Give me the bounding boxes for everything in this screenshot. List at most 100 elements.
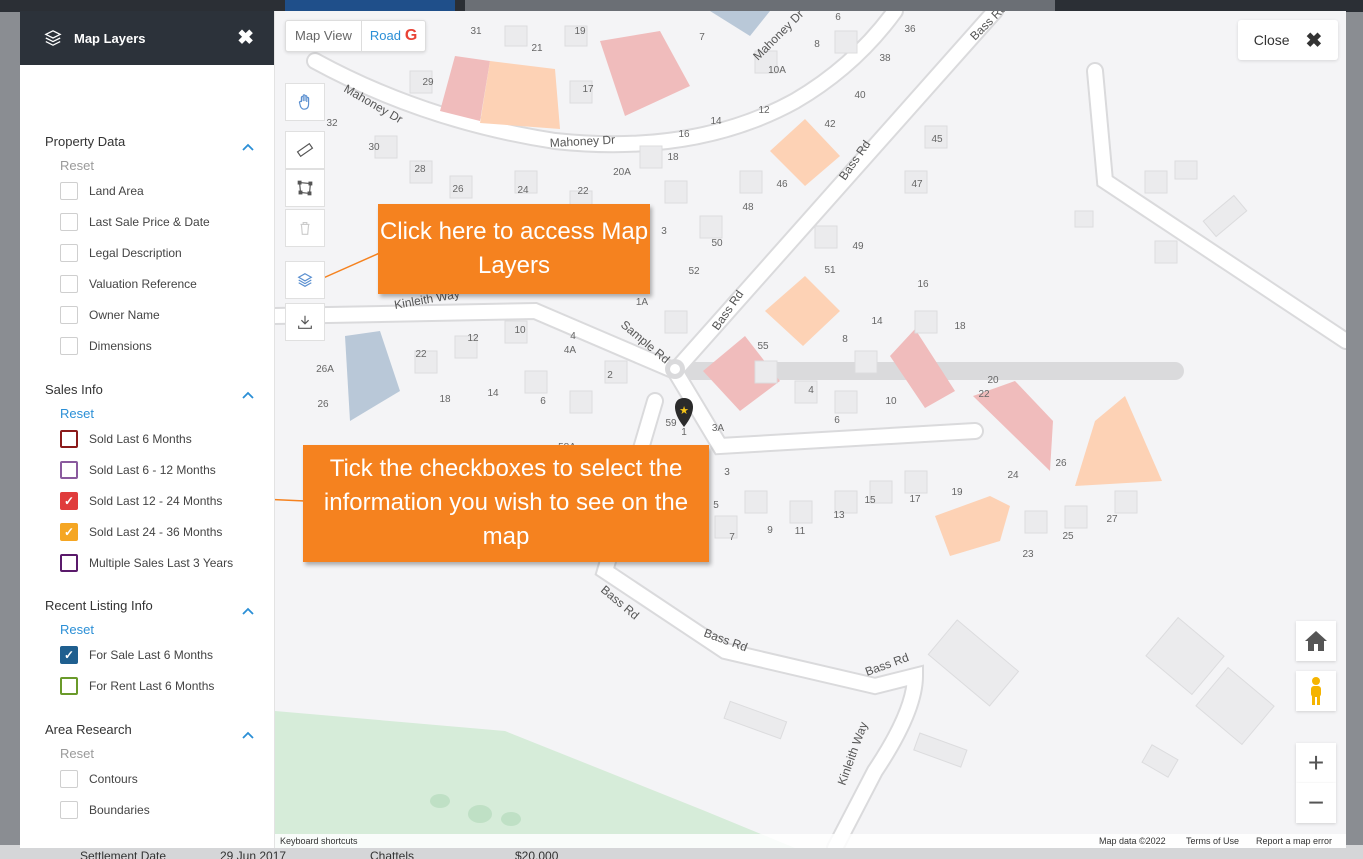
option-label: Contours [89, 772, 138, 786]
check-icon: ✓ [63, 525, 75, 539]
option-label: Legal Description [89, 246, 182, 260]
checkbox[interactable] [60, 275, 78, 293]
option-sold-last-24-36-months[interactable]: ✓ Sold Last 24 - 36 Months [60, 523, 222, 541]
street-view-button[interactable] [1296, 671, 1336, 711]
option-sold-last-6-months[interactable]: Sold Last 6 Months [60, 430, 192, 448]
checkbox[interactable]: ✓ [60, 646, 78, 664]
zoom-out-button[interactable]: − [1296, 783, 1336, 823]
map-layers-button[interactable] [285, 261, 325, 299]
option-label: Dimensions [89, 339, 152, 353]
lot-number: 32 [326, 118, 338, 129]
option-valuation-reference[interactable]: Valuation Reference [60, 275, 197, 293]
option-boundaries[interactable]: Boundaries [60, 801, 150, 819]
lot-number: 10A [768, 65, 786, 76]
layers-icon [44, 30, 62, 46]
terms-link[interactable]: Terms of Use [1186, 836, 1239, 846]
road-view-button[interactable]: Road G [362, 21, 426, 51]
checkbox[interactable] [60, 770, 78, 788]
lot-number: 6 [834, 415, 840, 426]
lot-number: 22 [978, 389, 990, 400]
sidebar-title: Map Layers [74, 30, 146, 46]
checkbox[interactable] [60, 213, 78, 231]
checkbox[interactable] [60, 554, 78, 572]
lot-number: 55 [757, 341, 769, 352]
option-contours[interactable]: Contours [60, 770, 138, 788]
lot-number: 24 [517, 185, 529, 196]
option-legal-description[interactable]: Legal Description [60, 244, 182, 262]
option-label: Sold Last 24 - 36 Months [89, 525, 223, 539]
checkbox[interactable] [60, 182, 78, 200]
checkbox[interactable] [60, 244, 78, 262]
delete-tool-button[interactable] [285, 209, 325, 247]
option-for-rent-last-6-months[interactable]: For Rent Last 6 Months [60, 677, 214, 695]
lot-number: 28 [414, 164, 426, 175]
lot-number: 8 [842, 334, 848, 345]
lot-number: 22 [577, 186, 589, 197]
layers-sidebar: Map Layers ✖ Property Data Reset Land Area… [20, 11, 275, 848]
lot-number: 59 [665, 418, 677, 429]
chevron-up-icon[interactable] [242, 141, 254, 153]
lot-number: 18 [439, 394, 451, 405]
road-label: Road [369, 28, 401, 43]
map-type-toggle: Map View Road G [285, 20, 427, 52]
lot-number: 27 [1106, 514, 1118, 525]
home-button[interactable] [1296, 621, 1336, 661]
check-icon: ✓ [63, 648, 75, 662]
option-sold-last-6-12-months[interactable]: Sold Last 6 - 12 Months [60, 461, 216, 479]
close-sidebar-icon[interactable]: ✖ [237, 28, 254, 48]
measure-tool-button[interactable] [285, 131, 325, 169]
lot-number: 30 [368, 142, 380, 153]
close-button[interactable]: Close ✖ [1238, 20, 1338, 60]
lot-number: 6 [835, 12, 841, 23]
lot-number: 40 [854, 90, 866, 101]
map-view-button[interactable]: Map View [286, 21, 362, 51]
callout-map-layers: Click here to access Map Layers [378, 204, 650, 294]
lot-number: 26 [1055, 458, 1067, 469]
lot-number: 46 [776, 179, 788, 190]
map-footer: Keyboard shortcuts Map data ©2022 Terms … [275, 834, 1346, 848]
reset-link[interactable]: Reset [60, 406, 94, 421]
checkbox[interactable] [60, 306, 78, 324]
map-canvas[interactable]: ★ Mahoney Dr Mahoney Dr Mahoney Dr Bass Rd B… [275, 11, 1346, 848]
chevron-up-icon[interactable] [242, 605, 254, 617]
chevron-up-icon[interactable] [242, 389, 254, 401]
layers-icon [297, 273, 313, 287]
checkbox[interactable]: ✓ [60, 492, 78, 510]
lot-number: 21 [531, 43, 543, 54]
option-multiple-sales-last-3-years[interactable]: Multiple Sales Last 3 Years [60, 554, 233, 572]
polygon-tool-button[interactable] [285, 169, 325, 207]
option-last-sale-price-date[interactable]: Last Sale Price & Date [60, 213, 210, 231]
lot-number: 3A [712, 423, 725, 434]
checkbox[interactable]: ✓ [60, 523, 78, 541]
report-error-link[interactable]: Report a map error [1256, 836, 1332, 846]
checkbox[interactable] [60, 337, 78, 355]
chevron-up-icon[interactable] [242, 729, 254, 741]
lot-number: 7 [729, 532, 735, 543]
option-sold-last-12-24-months[interactable]: ✓ Sold Last 12 - 24 Months [60, 492, 222, 510]
option-owner-name[interactable]: Owner Name [60, 306, 160, 324]
checkbox[interactable] [60, 801, 78, 819]
checkbox[interactable] [60, 430, 78, 448]
keyboard-shortcuts-link[interactable]: Keyboard shortcuts [280, 836, 358, 846]
option-land-area[interactable]: Land Area [60, 182, 144, 200]
lot-number: 16 [678, 129, 690, 140]
zoom-in-button[interactable]: + [1296, 743, 1336, 783]
lot-number: 3 [724, 467, 730, 478]
callout-checkboxes: Tick the checkboxes to select the inform… [303, 445, 709, 562]
lot-number: 26A [316, 364, 334, 375]
download-tool-button[interactable] [285, 303, 325, 341]
section-title: Property Data [45, 134, 126, 149]
section-title: Recent Listing Info [45, 598, 153, 613]
lot-number: 12 [467, 333, 479, 344]
checkbox[interactable] [60, 461, 78, 479]
lot-number: 10 [885, 396, 897, 407]
option-for-sale-last-6-months[interactable]: ✓ For Sale Last 6 Months [60, 646, 213, 664]
pan-tool-button[interactable] [285, 83, 325, 121]
option-dimensions[interactable]: Dimensions [60, 337, 152, 355]
lot-number: 4 [570, 331, 576, 342]
lot-number: 19 [574, 26, 586, 37]
checkbox[interactable] [60, 677, 78, 695]
reset-link[interactable]: Reset [60, 622, 94, 637]
reset-link: Reset [60, 158, 94, 173]
lot-number: 51 [824, 265, 836, 276]
